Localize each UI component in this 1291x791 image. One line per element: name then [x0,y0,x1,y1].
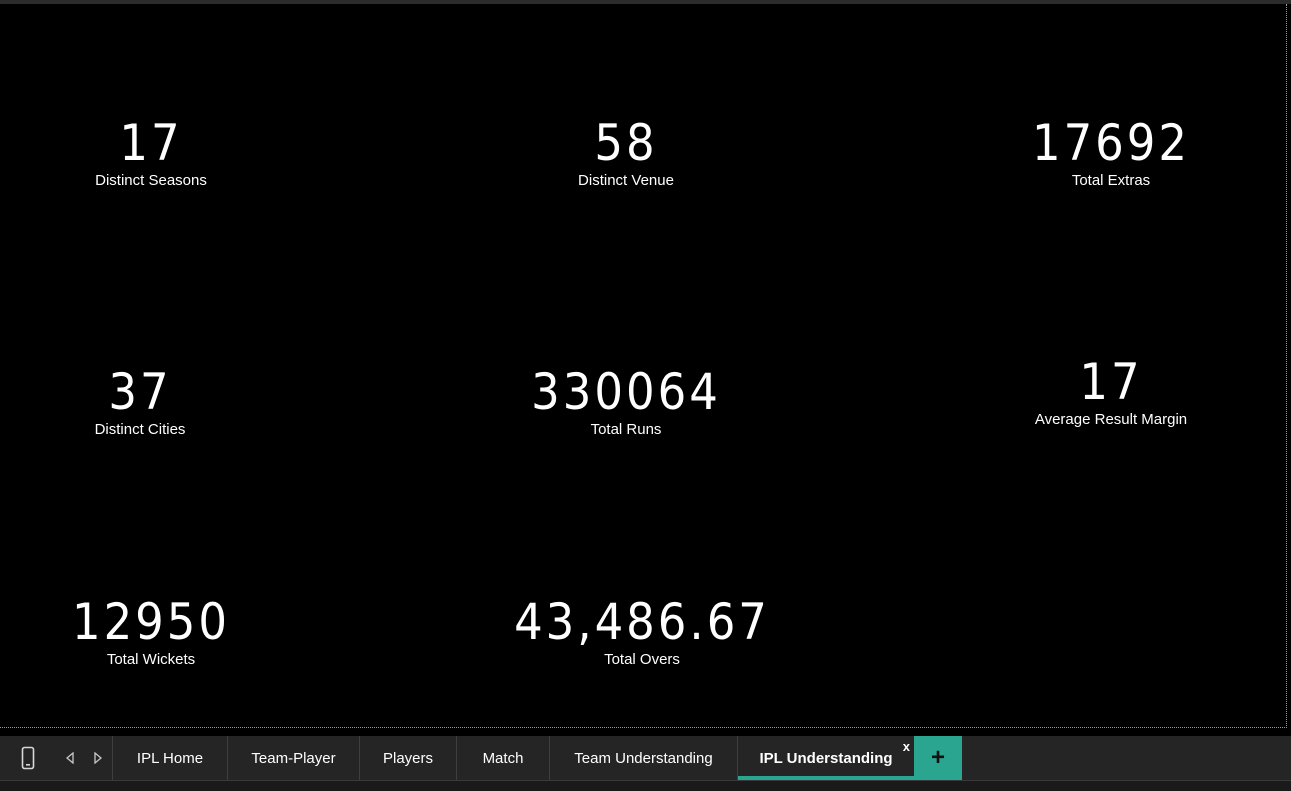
previous-page-icon[interactable] [56,736,84,780]
card-value: 17692 [1031,114,1191,172]
tab-label: Team-Player [251,749,336,767]
card-label: Distinct Seasons [95,172,207,189]
card-label: Total Runs [590,421,662,438]
card-value: 330064 [531,363,721,421]
status-strip [0,780,1291,791]
card-distinct-venue[interactable]: 58 Distinct Venue [476,118,776,190]
card-total-overs[interactable]: 43,486.67 Total Overs [492,597,792,669]
next-page-icon[interactable] [84,736,112,780]
tab-match[interactable]: Match [456,736,549,780]
add-page-icon[interactable]: + [914,736,962,780]
page-tab-bar: IPL Home Team-Player Players Match Team … [0,736,1291,780]
tab-ipl-understanding[interactable]: IPL Understanding x [737,736,914,780]
card-value: 43,486.67 [514,593,770,651]
close-tab-icon[interactable]: x [903,740,910,753]
card-label: Total Overs [604,651,680,668]
card-distinct-seasons[interactable]: 17 Distinct Seasons [1,118,301,190]
card-value: 12950 [71,593,231,651]
card-label: Average Result Margin [1034,411,1188,428]
card-label: Distinct Venue [578,172,674,189]
card-value: 37 [108,363,172,421]
tab-label: Match [482,749,524,767]
tab-ipl-home[interactable]: IPL Home [112,736,227,780]
card-total-runs[interactable]: 330064 Total Runs [476,367,776,439]
add-page-label: + [930,744,945,771]
card-average-result-margin[interactable]: 17 Average Result Margin [961,357,1261,429]
tab-label: Team Understanding [574,749,713,767]
card-value: 58 [594,114,658,172]
card-label: Distinct Cities [94,421,186,438]
tab-team-understanding[interactable]: Team Understanding [549,736,737,780]
tab-label: Players [382,749,434,767]
tab-players[interactable]: Players [359,736,456,780]
card-value: 17 [1079,353,1143,411]
card-label: Total Wickets [106,651,196,668]
card-value: 17 [119,114,183,172]
tab-label: IPL Home [136,749,204,767]
tab-team-player[interactable]: Team-Player [227,736,359,780]
card-total-wickets[interactable]: 12950 Total Wickets [1,597,301,669]
card-distinct-cities[interactable]: 37 Distinct Cities [0,367,290,439]
card-label: Total Extras [1071,172,1151,189]
mobile-layout-icon[interactable] [0,736,56,780]
card-total-extras[interactable]: 17692 Total Extras [961,118,1261,190]
report-canvas: 17 Distinct Seasons 58 Distinct Venue 17… [0,4,1287,728]
tab-label: IPL Understanding [759,749,893,767]
